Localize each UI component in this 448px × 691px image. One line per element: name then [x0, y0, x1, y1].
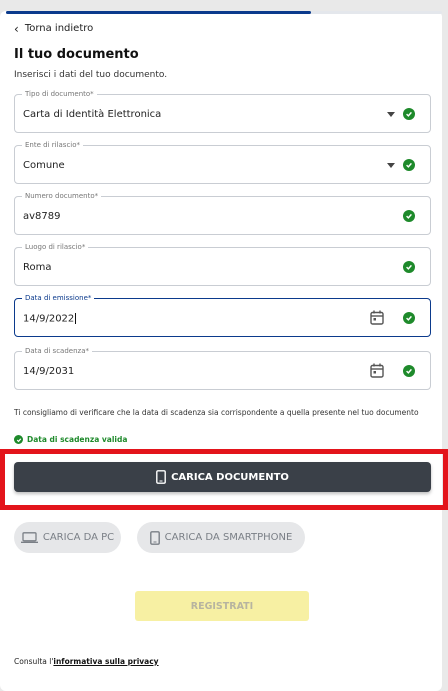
privacy-notice: Consulta l'informativa sulla privacy	[14, 657, 159, 666]
privacy-link[interactable]: informativa sulla privacy	[53, 657, 158, 666]
upload-from-pc-button[interactable]: CARICA DA PC	[14, 522, 121, 553]
issue-place-value: Roma	[23, 262, 52, 273]
back-link-label: Torna indietro	[24, 23, 94, 34]
document-type-value: Carta di Identità Elettronica	[23, 109, 162, 120]
issuer-select[interactable]: Ente di rilascio* Comune	[14, 140, 431, 184]
privacy-prefix: Consulta l'	[14, 657, 54, 666]
document-number-label: Numero documento*	[22, 191, 102, 201]
check-circle-icon	[14, 435, 23, 444]
check-circle-icon	[403, 108, 415, 120]
progress-bar	[6, 11, 311, 14]
calendar-icon[interactable]	[370, 363, 384, 378]
chevron-left-icon: ‹	[14, 21, 19, 36]
document-number-field[interactable]: Numero documento* av8789	[14, 191, 431, 235]
issue-date-input[interactable]: 14/9/2022	[23, 313, 77, 325]
expiry-hint-text: Ti consigliamo di verificare che la data…	[14, 408, 419, 417]
register-button[interactable]: REGISTRATI	[135, 591, 309, 621]
check-circle-icon	[403, 312, 415, 324]
document-type-select[interactable]: Tipo di documento* Carta di Identità Ele…	[14, 89, 431, 133]
issue-place-field[interactable]: Luogo di rilascio* Roma	[14, 242, 431, 286]
smartphone-icon	[149, 530, 160, 545]
check-circle-icon	[403, 261, 415, 273]
issue-date-field[interactable]: Data di emissione* 14/9/2022	[14, 293, 431, 337]
validation-message: Data di scadenza valida	[14, 435, 127, 444]
document-type-label: Tipo di documento*	[22, 89, 97, 99]
dropdown-arrow-icon[interactable]	[387, 163, 395, 168]
upload-from-smartphone-button[interactable]: CARICA DA SMARTPHONE	[137, 522, 305, 553]
issuer-value: Comune	[23, 160, 65, 171]
page-subtitle: Inserisci i dati del tuo documento.	[14, 70, 168, 80]
upload-from-smartphone-label: CARICA DA SMARTPHONE	[164, 532, 293, 543]
upload-from-pc-label: CARICA DA PC	[42, 532, 115, 543]
page-title: Il tuo documento	[14, 47, 139, 62]
check-circle-icon	[403, 210, 415, 222]
back-link[interactable]: ‹ Torna indietro	[14, 21, 94, 36]
document-number-value: av8789	[23, 211, 61, 222]
laptop-icon	[20, 532, 38, 543]
issue-date-label: Data di emissione*	[22, 293, 95, 303]
dropdown-arrow-icon[interactable]	[387, 112, 395, 117]
upload-document-label: CARICA DOCUMENTO	[171, 471, 289, 483]
upload-document-button[interactable]: CARICA DOCUMENTO	[14, 462, 431, 492]
issuer-label: Ente di rilascio*	[22, 140, 84, 150]
expiry-date-value: 14/9/2031	[23, 366, 75, 377]
calendar-icon[interactable]	[370, 310, 384, 325]
check-circle-icon	[403, 365, 415, 377]
check-circle-icon	[403, 159, 415, 171]
smartphone-icon	[156, 470, 166, 484]
expiry-date-label: Data di scadenza*	[22, 346, 92, 356]
text-cursor	[75, 313, 77, 324]
issue-date-value: 14/9/2022	[23, 313, 75, 325]
validation-message-text: Data di scadenza valida	[27, 435, 128, 444]
issue-place-label: Luogo di rilascio*	[22, 242, 89, 252]
expiry-date-field[interactable]: Data di scadenza* 14/9/2031	[14, 346, 431, 390]
